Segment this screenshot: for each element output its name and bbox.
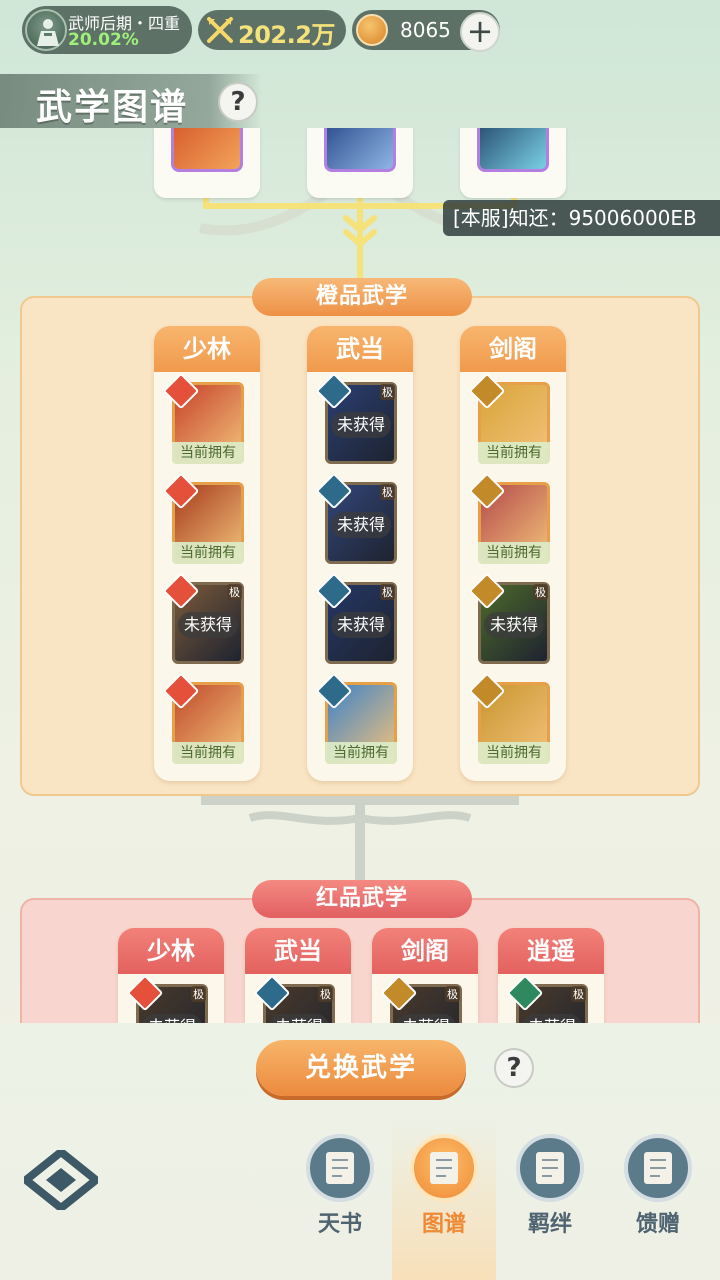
grade-tag: 极	[533, 584, 548, 600]
martial-artist-icon	[37, 19, 59, 46]
avatar	[25, 9, 67, 51]
coin-icon	[356, 14, 388, 46]
skill-slot[interactable]: 当前拥有	[468, 372, 550, 464]
skill-slot[interactable]: 极未获得	[506, 974, 588, 1023]
skill-slot[interactable]: 当前拥有	[315, 672, 397, 764]
skill-slot[interactable]: 当前拥有	[162, 472, 244, 564]
sect-column: 剑阁极未获得	[372, 928, 478, 1023]
rank-progress-percent: 20.02%	[68, 30, 139, 50]
skill-art	[171, 128, 243, 172]
crossed-swords-icon	[207, 17, 233, 43]
owned-label: 当前拥有	[325, 742, 397, 764]
sect-column-title: 少林	[118, 928, 224, 974]
grade-tag: 极	[380, 584, 395, 600]
owned-label: 当前拥有	[478, 542, 550, 564]
owned-label: 当前拥有	[478, 742, 550, 764]
sect-column-title: 少林	[154, 326, 260, 372]
skill-card[interactable]	[460, 128, 566, 198]
combat-power-value: 202.2万	[238, 21, 335, 49]
combat-power-pill[interactable]: 202.2万	[198, 10, 346, 50]
add-currency-button[interactable]: +	[460, 12, 500, 52]
title-band: 武学图谱 ?	[0, 74, 262, 128]
skill-slot[interactable]: 极未获得	[468, 572, 550, 664]
skill-slot[interactable]: 当前拥有	[468, 672, 550, 764]
sect-column: 武当极未获得极未获得极未获得 当前拥有	[307, 326, 413, 781]
owned-label: 当前拥有	[172, 742, 244, 764]
skill-slot[interactable]: 当前拥有	[162, 372, 244, 464]
chevron-down-icon	[343, 215, 377, 248]
not-acquired-label: 未获得	[142, 1014, 202, 1023]
skill-card[interactable]	[154, 128, 260, 198]
sect-column: 逍遥极未获得	[498, 928, 604, 1023]
grade-tag: 极	[227, 584, 242, 600]
skill-art	[324, 128, 396, 172]
sect-column: 武当极未获得	[245, 928, 351, 1023]
not-acquired-label: 未获得	[269, 1014, 329, 1023]
sect-column: 少林 当前拥有 当前拥有极未获得 当前拥有	[154, 326, 260, 781]
nav-tab-0[interactable]: 天书	[292, 1130, 388, 1240]
grade-tag: 极	[380, 384, 395, 400]
section-title: 橙品武学	[252, 278, 472, 316]
grade-tag: 极	[445, 986, 460, 1002]
skill-slot[interactable]: 当前拥有	[162, 672, 244, 764]
not-acquired-label: 未获得	[484, 612, 544, 638]
not-acquired-label: 未获得	[522, 1014, 582, 1023]
not-acquired-label: 未获得	[331, 512, 391, 538]
sect-column: 剑阁 当前拥有 当前拥有极未获得 当前拥有	[460, 326, 566, 781]
skill-slot[interactable]: 当前拥有	[468, 472, 550, 564]
grade-tag: 极	[318, 986, 333, 1002]
not-acquired-label: 未获得	[331, 612, 391, 638]
skill-tree-scroll-area[interactable]: [本服]知还：95006000EB 橙品武学 少林 当前拥有 当前拥有极未获得 当前拥…	[0, 128, 720, 1023]
skill-card[interactable]	[307, 128, 413, 198]
currency-value: 8065	[400, 18, 451, 42]
server-broadcast-ticker: [本服]知还：95006000EB	[443, 200, 720, 236]
gift-bag-icon	[624, 1134, 692, 1202]
nav-tab-label: 天书	[317, 1212, 362, 1237]
section-title: 红品武学	[252, 880, 472, 918]
nav-tab-label: 馈赠	[635, 1212, 680, 1237]
nav-tab-label: 羁绊	[527, 1212, 572, 1237]
skill-slot[interactable]: 极未获得	[253, 974, 335, 1023]
skill-slot[interactable]: 极未获得	[315, 472, 397, 564]
sect-column-title: 武当	[307, 326, 413, 372]
nav-tab-2[interactable]: 羁绊	[502, 1130, 598, 1240]
skill-slot[interactable]: 极未获得	[162, 572, 244, 664]
nav-tab-3[interactable]: 馈赠	[610, 1130, 706, 1240]
grade-tag: 极	[191, 986, 206, 1002]
not-acquired-label: 未获得	[396, 1014, 456, 1023]
not-acquired-label: 未获得	[331, 412, 391, 438]
sect-column-title: 剑阁	[460, 326, 566, 372]
grade-tag: 极	[571, 986, 586, 1002]
skill-slot[interactable]: 极未获得	[315, 372, 397, 464]
sect-column-title: 剑阁	[372, 928, 478, 974]
top-status-bar: 武师后期・四重 20.02% 202.2万 8065 +	[22, 6, 720, 54]
nav-tab-1[interactable]: 图谱	[396, 1130, 492, 1240]
owned-label: 当前拥有	[172, 442, 244, 464]
sect-logo-icon[interactable]	[24, 1150, 98, 1210]
not-acquired-label: 未获得	[178, 612, 238, 638]
book-icon	[306, 1134, 374, 1202]
sect-column-title: 逍遥	[498, 928, 604, 974]
exchange-skill-button[interactable]: 兑换武学	[256, 1040, 466, 1096]
sect-column: 少林极未获得	[118, 928, 224, 1023]
skill-slot[interactable]: 极未获得	[126, 974, 208, 1023]
rank-pill[interactable]: 武师后期・四重 20.02%	[22, 6, 192, 54]
skill-slot[interactable]: 极未获得	[380, 974, 462, 1023]
exchange-help-button[interactable]: ?	[494, 1048, 534, 1088]
skill-slot[interactable]: 极未获得	[315, 572, 397, 664]
nav-tab-label: 图谱	[421, 1212, 466, 1237]
owned-label: 当前拥有	[172, 542, 244, 564]
map-scroll-icon	[410, 1134, 478, 1202]
page-title: 武学图谱	[36, 87, 189, 128]
sect-column-title: 武当	[245, 928, 351, 974]
handshake-icon	[516, 1134, 584, 1202]
owned-label: 当前拥有	[478, 442, 550, 464]
skill-art	[477, 128, 549, 172]
grade-tag: 极	[380, 484, 395, 500]
title-help-button[interactable]: ?	[218, 82, 258, 122]
